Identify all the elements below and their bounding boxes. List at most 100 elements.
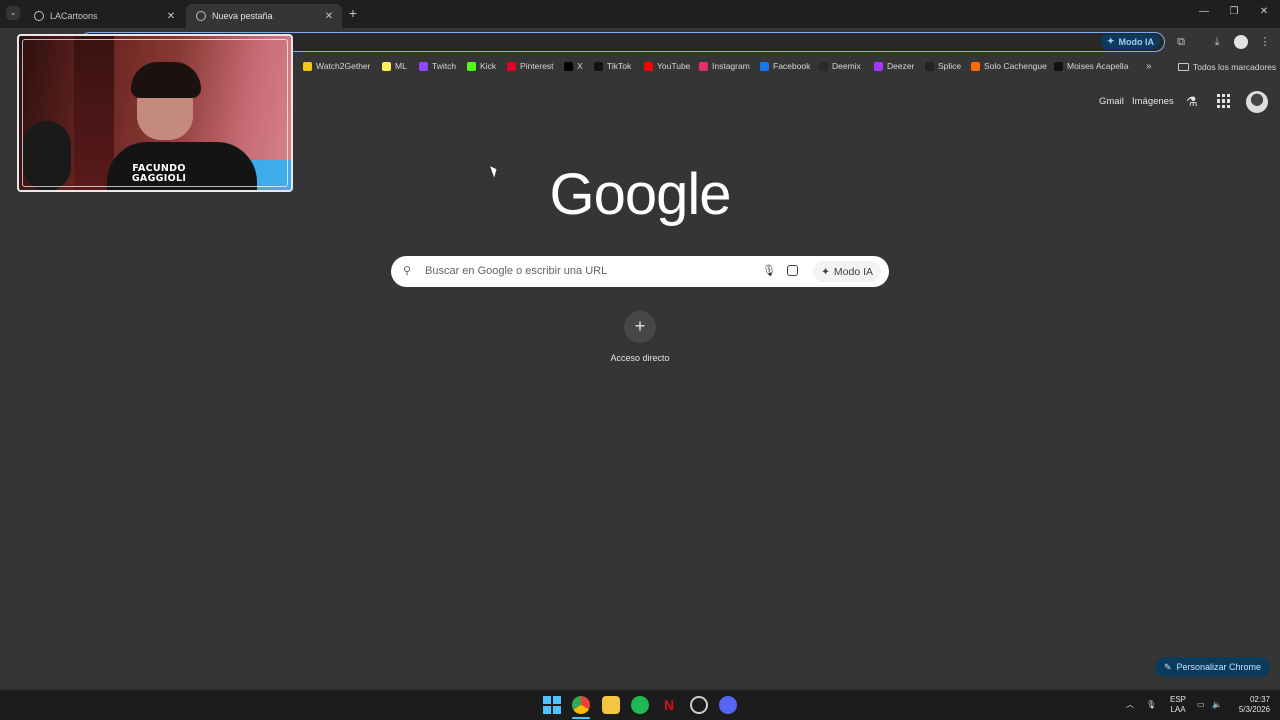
bookmark-kick[interactable]: Kick (467, 61, 496, 71)
bookmark-instagram[interactable]: Instagram (699, 61, 750, 71)
sparkle-search-icon: ✦ (821, 265, 830, 278)
tab-lacartoons[interactable]: LACartoons ✕ (24, 4, 184, 28)
netflix-icon[interactable]: N (660, 696, 678, 714)
deezer-icon (874, 61, 883, 71)
bookmark-twitch[interactable]: Twitch (419, 61, 456, 71)
discord-icon[interactable] (719, 696, 737, 714)
lens-camera-icon[interactable] (787, 265, 798, 276)
watch2gether-icon (303, 61, 312, 71)
clock-date: 5/3/2026 (1238, 705, 1270, 714)
chrome-icon (196, 11, 206, 21)
account-avatar[interactable] (1246, 91, 1268, 113)
bookmark-label: Watch2Gether (316, 61, 371, 71)
pinterest-icon (507, 61, 516, 71)
microphone-icon[interactable]: 🎙 (762, 264, 776, 277)
volume-icon[interactable]: 🔈 (1212, 700, 1222, 710)
apps-grid-icon[interactable] (1217, 94, 1231, 108)
language-indicator[interactable]: ESP LAA (1166, 695, 1190, 715)
menu-icon[interactable]: ⋮ (1258, 35, 1272, 49)
bookmark-label: Kick (480, 61, 497, 71)
bookmark-solo-cachengue[interactable]: Solo Cachengue (971, 61, 1047, 71)
pencil-icon: ✎ (1163, 661, 1172, 672)
tray-chevron-icon[interactable]: ︿ (1126, 700, 1134, 710)
clock-time: 02:37 (1249, 695, 1270, 704)
download-icon[interactable]: ⤓ (1210, 35, 1224, 49)
search-ai-mode-button[interactable]: ✦ Modo IA (813, 261, 881, 282)
spotify-icon[interactable] (631, 696, 649, 714)
restore-icon[interactable]: ❐ (1224, 6, 1244, 17)
customize-chrome-button[interactable]: ✎ Personalizar Chrome (1155, 657, 1270, 677)
bookmark-youtube[interactable]: YouTube (644, 61, 690, 71)
bookmark-moises-acapella[interactable]: Moises Acapella (1054, 61, 1128, 71)
bookmark-label: Deezer (887, 61, 915, 71)
tab-title: LACartoons (50, 11, 98, 21)
twitch-icon (419, 61, 428, 71)
close-window-icon[interactable]: ✕ (1254, 6, 1274, 17)
bookmark-label: Pinterest (520, 61, 554, 71)
instagram-icon (699, 61, 708, 71)
bookmark-label: Moises Acapella (1067, 61, 1129, 71)
bookmark-x[interactable]: X (564, 61, 583, 71)
app-icon[interactable] (690, 696, 708, 714)
all-bookmarks-label: Todos los marcadores (1193, 62, 1277, 72)
gmail-link[interactable]: Gmail (1099, 96, 1124, 107)
tray-mic-icon[interactable]: 🎙 (1146, 700, 1156, 710)
bookmark-label: Facebook (773, 61, 811, 71)
bookmark-facebook[interactable]: Facebook (760, 61, 810, 71)
moises-icon (1054, 61, 1063, 71)
search-box[interactable]: ⚲ Buscar en Google o escribir una URL 🎙 … (391, 256, 889, 287)
bookmark-deezer[interactable]: Deezer (874, 61, 914, 71)
new-tab-icon[interactable]: + (346, 6, 360, 20)
youtube-icon (644, 61, 653, 71)
bookmark-label: Deemix (832, 61, 861, 71)
bookmark-deemix[interactable]: Deemix (819, 61, 861, 71)
extensions-icon[interactable]: ⧉ (1174, 35, 1188, 49)
keyboard-layout: LAA (1170, 705, 1186, 714)
bookmark-pinterest[interactable]: Pinterest (507, 61, 554, 71)
bookmark-label: YouTube (657, 61, 691, 71)
mouse-cursor-icon (490, 164, 499, 178)
sparkle-search-icon: ✦ (1106, 36, 1115, 46)
facebook-icon (760, 61, 769, 71)
omnibox-ai-mode-button[interactable]: ✦ Modo IA (1100, 34, 1160, 49)
tab-nueva-pestana[interactable]: Nueva pestaña ✕ (186, 4, 342, 28)
all-bookmarks-folder[interactable]: Todos los marcadores (1178, 62, 1276, 72)
kick-icon (467, 61, 476, 71)
bookmark-splice[interactable]: Splice (925, 61, 961, 71)
add-shortcut-button[interactable]: + (624, 311, 656, 343)
add-shortcut-label: Acceso directo (610, 353, 670, 363)
tab-title: Nueva pestaña (212, 11, 273, 21)
file-explorer-icon[interactable] (602, 696, 620, 714)
mercadolibre-icon (382, 61, 391, 71)
globe-icon (34, 11, 44, 21)
bookmark-label: TikTok (607, 61, 632, 71)
profile-avatar-icon[interactable] (1234, 35, 1248, 49)
minimize-icon[interactable]: — (1194, 6, 1214, 17)
splice-icon (925, 61, 934, 71)
tab-close-icon[interactable]: ✕ (322, 11, 336, 22)
tab-search-chevron-icon[interactable]: ⌄ (6, 6, 20, 20)
tab-close-icon[interactable]: ✕ (164, 11, 178, 22)
bookmark-tiktok[interactable]: TikTok (594, 61, 631, 71)
chrome-taskbar-icon[interactable] (572, 696, 590, 714)
bookmark-label: Twitch (432, 61, 457, 71)
tab-strip: ⌄ LACartoons ✕ Nueva pestaña ✕ + — ❐ ✕ (0, 0, 1280, 28)
bookmark-label: ML (395, 61, 407, 71)
labs-flask-icon[interactable]: ⚗ (1186, 94, 1198, 110)
images-link[interactable]: Imágenes (1132, 96, 1174, 107)
omnibox-ai-mode-label: Modo IA (1118, 36, 1155, 47)
webcam-overlay: FACUNDO GAGGIOLI (17, 34, 293, 192)
clock[interactable]: 02:37 5/3/2026 (1230, 695, 1270, 715)
language-code: ESP (1169, 695, 1186, 704)
bookmarks-overflow-icon[interactable]: » (1146, 61, 1152, 72)
bookmark-watch2gether[interactable]: Watch2Gether (303, 61, 371, 71)
deemix-icon (819, 61, 828, 71)
folder-icon (1178, 63, 1189, 71)
bookmark-ml[interactable]: ML (382, 61, 407, 71)
windows-start-icon[interactable] (543, 696, 561, 714)
fire-icon (971, 61, 980, 71)
bookmark-label: Splice (938, 61, 962, 71)
bookmark-label: Solo Cachengue (984, 61, 1047, 71)
search-ai-mode-label: Modo IA (833, 265, 873, 278)
network-icon[interactable]: ▭ (1197, 700, 1205, 710)
